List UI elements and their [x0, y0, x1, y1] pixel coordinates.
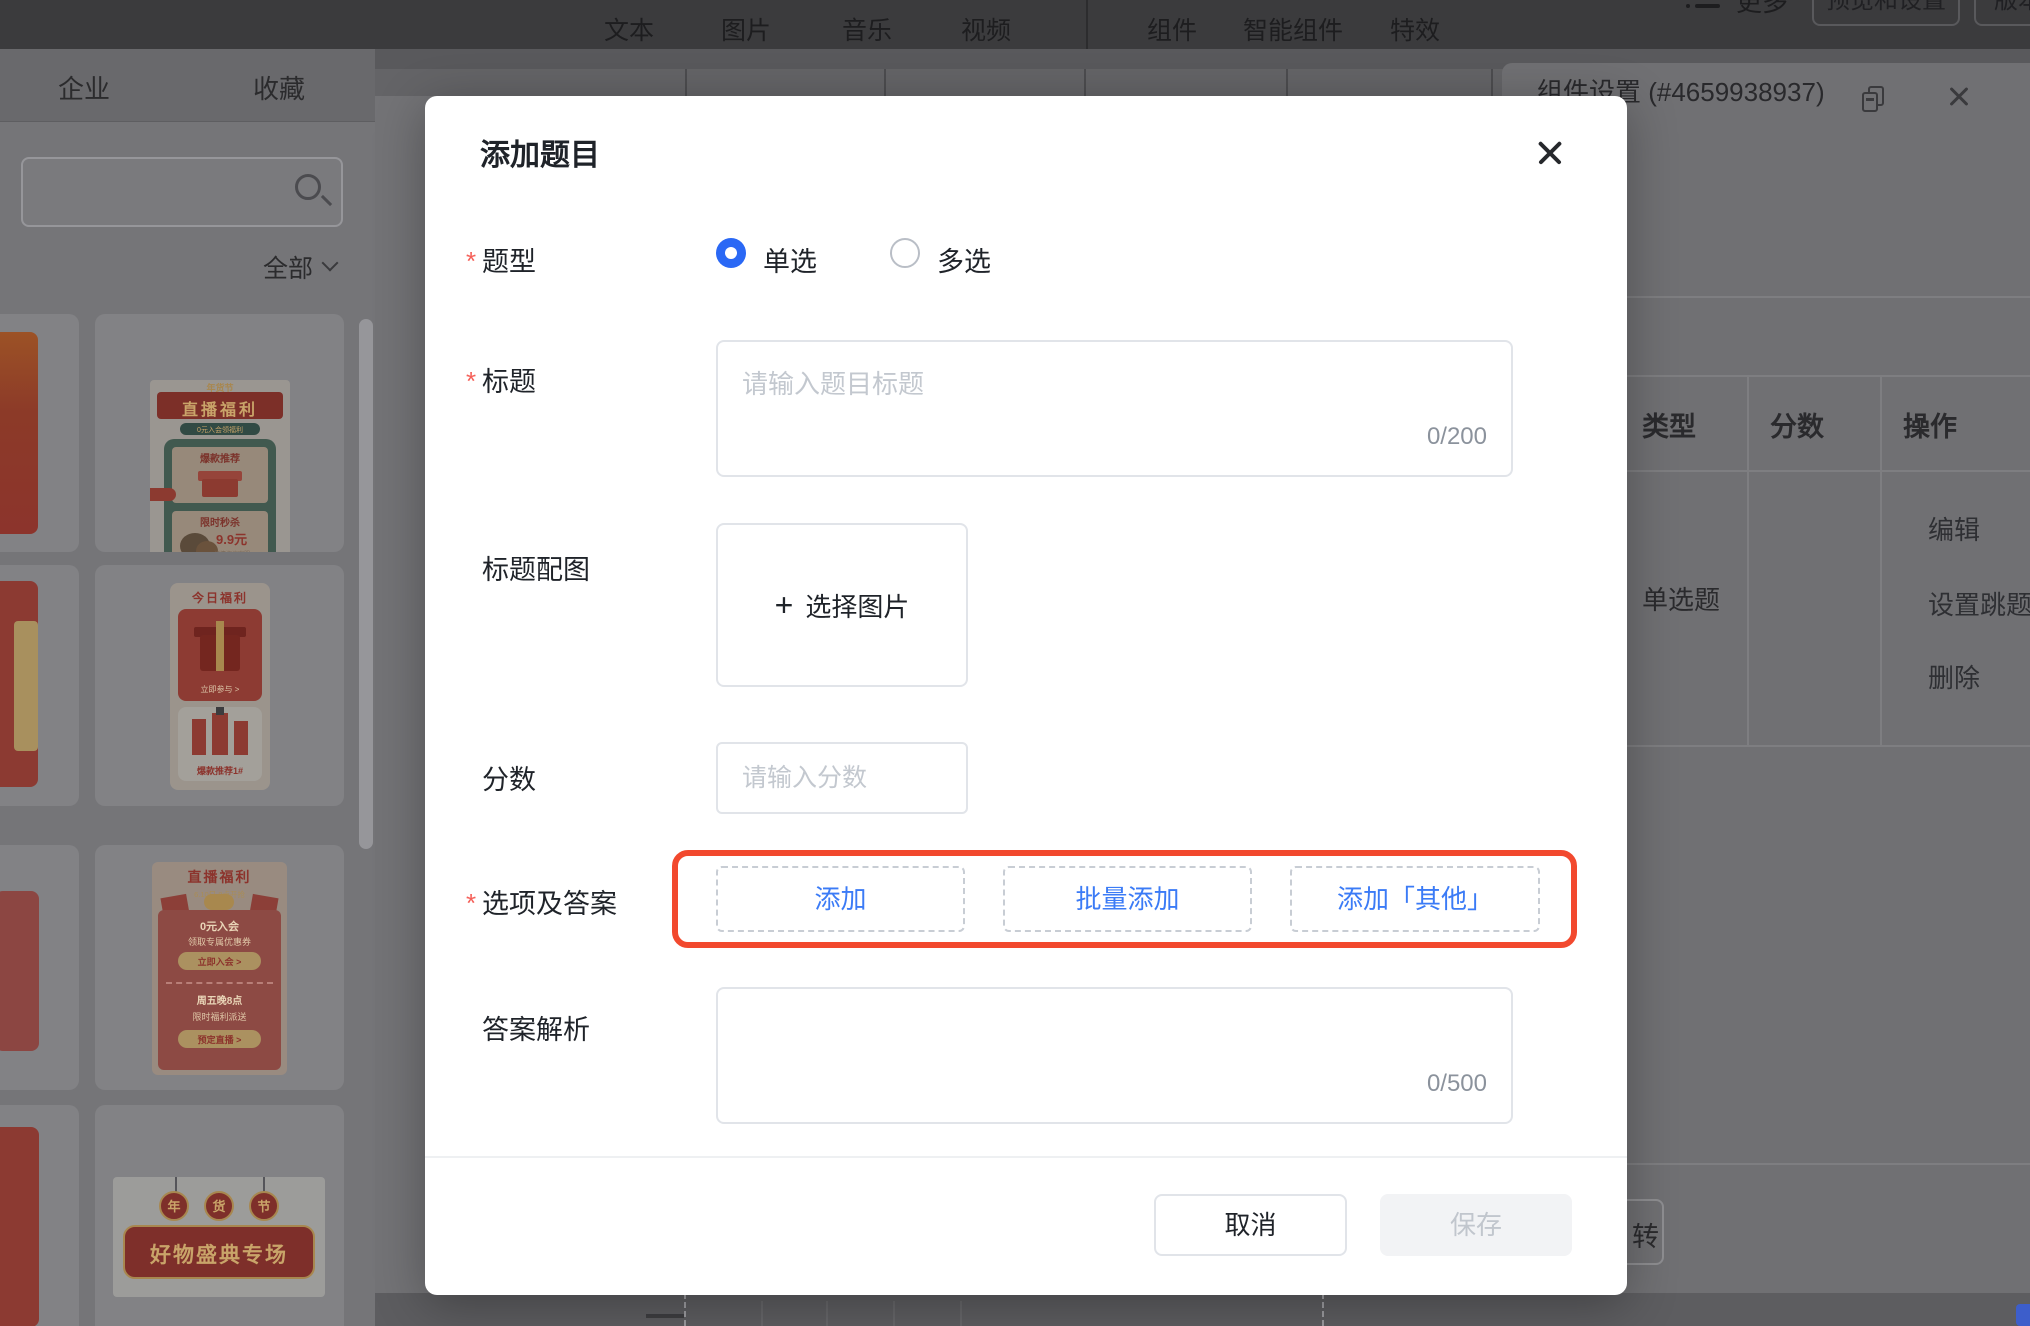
- card-body: 爆款推荐 限时秒杀 9.9元 详情咨询客服: [164, 439, 276, 552]
- question-title-field: 0/200: [716, 340, 1513, 477]
- thumbnail-cell[interactable]: 年货节 直播福利 0元入会领福利 爆款推荐 限时秒杀: [95, 314, 344, 552]
- sidebar-search: [21, 157, 343, 227]
- card-title-ribbon: 直播福利: [157, 392, 283, 419]
- list-icon: [1686, 0, 1720, 12]
- required-mark: *: [466, 888, 476, 919]
- answer-analysis-label: 答案解析: [482, 1008, 590, 1047]
- tab-component[interactable]: 组件: [1147, 11, 1197, 47]
- answer-analysis-textarea[interactable]: [718, 989, 1511, 1122]
- thumbnail-partial: [0, 332, 38, 534]
- tab-smart-component[interactable]: 智能组件: [1243, 11, 1343, 47]
- tab-image[interactable]: 图片: [721, 11, 771, 47]
- bottom-strip: [375, 1293, 2030, 1326]
- modal-title: 添加题目: [480, 130, 600, 174]
- col-header-score: 分数: [1770, 405, 1824, 444]
- thumbnail-today-welfare: 今日福利 立即参与 > 爆款推荐1#: [170, 583, 270, 790]
- title-char-counter: 0/200: [1427, 423, 1487, 451]
- chevron-down-icon[interactable]: [322, 255, 339, 272]
- tab-text[interactable]: 文本: [604, 11, 654, 47]
- cloud-decor: [150, 488, 176, 501]
- thumbnail-cell[interactable]: [0, 845, 79, 1090]
- thumbnail-cell[interactable]: 今日福利 立即参与 > 爆款推荐1#: [95, 565, 344, 806]
- cancel-button[interactable]: 取消: [1154, 1194, 1347, 1256]
- search-icon[interactable]: [295, 174, 321, 200]
- required-mark: *: [466, 246, 476, 277]
- sidebar-tab-favorites[interactable]: 收藏: [253, 69, 305, 106]
- add-question-modal: 添加题目 * 题型 单选 多选 * 标题 0/200 标题配图 + 选择图片 分…: [425, 96, 1627, 1295]
- modal-footer-divider: [425, 1156, 1627, 1158]
- panel-separator: [1286, 69, 1288, 96]
- thumbnail-live-welfare: 年货节 直播福利 0元入会领福利 爆款推荐 限时秒杀: [150, 380, 290, 552]
- toolbar-divider: [1086, 0, 1088, 49]
- search-icon-handle: [321, 195, 332, 206]
- select-image-button[interactable]: + 选择图片: [716, 523, 968, 687]
- thumbnail-cell[interactable]: [0, 1105, 79, 1326]
- corner-scroll-indicator: [2016, 1304, 2030, 1326]
- score-label: 分数: [482, 758, 536, 797]
- sidebar-tabstrip: 企业 收藏: [0, 49, 375, 122]
- thumbnail-partial: [0, 581, 38, 787]
- canvas-guide-dashed: [684, 1293, 686, 1326]
- card-subtitle-pill: 0元入会领福利: [180, 423, 260, 435]
- add-other-button[interactable]: 添加「其他」: [1290, 866, 1540, 932]
- col-header-type: 类型: [1642, 405, 1696, 444]
- thumbnail-partial: [0, 891, 39, 1051]
- modal-close-icon[interactable]: [1533, 136, 1567, 170]
- more-button[interactable]: 更多: [1736, 0, 1788, 19]
- action-edit-link[interactable]: 编辑: [1928, 510, 1980, 547]
- title-image-label: 标题配图: [482, 548, 590, 587]
- question-title-label: 标题: [482, 360, 536, 399]
- panel-separator: [685, 69, 687, 96]
- question-type-label: 题型: [482, 240, 536, 279]
- sidebar-tab-company[interactable]: 企业: [58, 69, 110, 106]
- batch-add-button[interactable]: 批量添加: [1003, 866, 1252, 932]
- radio-multi-choice[interactable]: [890, 238, 920, 268]
- score-input[interactable]: [718, 744, 966, 812]
- table-grid-line: [1880, 375, 1882, 747]
- tab-video[interactable]: 视频: [961, 11, 1011, 47]
- filter-all-dropdown[interactable]: 全部: [263, 249, 313, 285]
- row-type-cell: 单选题: [1642, 580, 1720, 617]
- thumbnail-live-envelope: 直播福利 6.10日 8点开抢 0元入会 领取专属优惠券 立即入会 > 周五晚8…: [152, 862, 287, 1075]
- question-title-textarea[interactable]: [718, 342, 1511, 475]
- required-mark: *: [466, 366, 476, 397]
- tab-effects[interactable]: 特效: [1390, 11, 1440, 47]
- analysis-char-counter: 0/500: [1427, 1070, 1487, 1098]
- thumbnail-cell[interactable]: [0, 314, 79, 552]
- copy-icon[interactable]: [1862, 86, 1886, 114]
- sidebar-scrollbar[interactable]: [359, 319, 373, 849]
- panel-separator: [1084, 69, 1086, 96]
- search-input[interactable]: [37, 165, 287, 219]
- version-button[interactable]: 版本: [1974, 0, 2030, 26]
- add-option-button[interactable]: 添加: [716, 866, 965, 932]
- plus-icon: +: [775, 589, 794, 621]
- action-delete-link[interactable]: 删除: [1928, 658, 1980, 695]
- thumbnail-cell[interactable]: [0, 565, 79, 806]
- top-toolbar: 文本 图片 音乐 视频 组件 智能组件 特效 更多 预览和设置 版本: [0, 0, 2030, 49]
- save-button[interactable]: 保存: [1380, 1194, 1572, 1256]
- canvas-guide-mark: [646, 1314, 684, 1318]
- tab-music[interactable]: 音乐: [842, 11, 892, 47]
- col-header-action: 操作: [1903, 405, 1957, 444]
- thumbnail-partial: [0, 1127, 39, 1326]
- thumbnail-cell[interactable]: 直播福利 6.10日 8点开抢 0元入会 领取专属优惠券 立即入会 > 周五晚8…: [95, 845, 344, 1090]
- panel-close-icon[interactable]: [1948, 85, 1970, 107]
- panel-separator: [884, 69, 886, 96]
- thumbnail-goods-festival: 年 货 节 好物盛典专场: [113, 1177, 325, 1297]
- action-jump-link[interactable]: 设置跳题: [1928, 585, 2030, 622]
- radio-single-choice[interactable]: [716, 238, 746, 268]
- preview-settings-button[interactable]: 预览和设置: [1812, 0, 1960, 26]
- panel-separator: [1491, 69, 1493, 96]
- app-root: 文本 图片 音乐 视频 组件 智能组件 特效 更多 预览和设置 版本 企业 收藏: [0, 0, 2030, 1326]
- answer-analysis-field: 0/500: [716, 987, 1513, 1124]
- asset-sidebar: 企业 收藏 全部 年货节: [0, 49, 375, 1326]
- score-field: [716, 742, 968, 814]
- canvas-guide-dashed: [1322, 1293, 1324, 1326]
- thumbnail-cell[interactable]: 年 货 节 好物盛典专场: [95, 1105, 344, 1326]
- options-answers-label: 选项及答案: [482, 882, 617, 921]
- radio-multi-choice-label[interactable]: 多选: [937, 240, 991, 279]
- radio-single-choice-label[interactable]: 单选: [763, 240, 817, 279]
- table-grid-line: [1747, 375, 1749, 747]
